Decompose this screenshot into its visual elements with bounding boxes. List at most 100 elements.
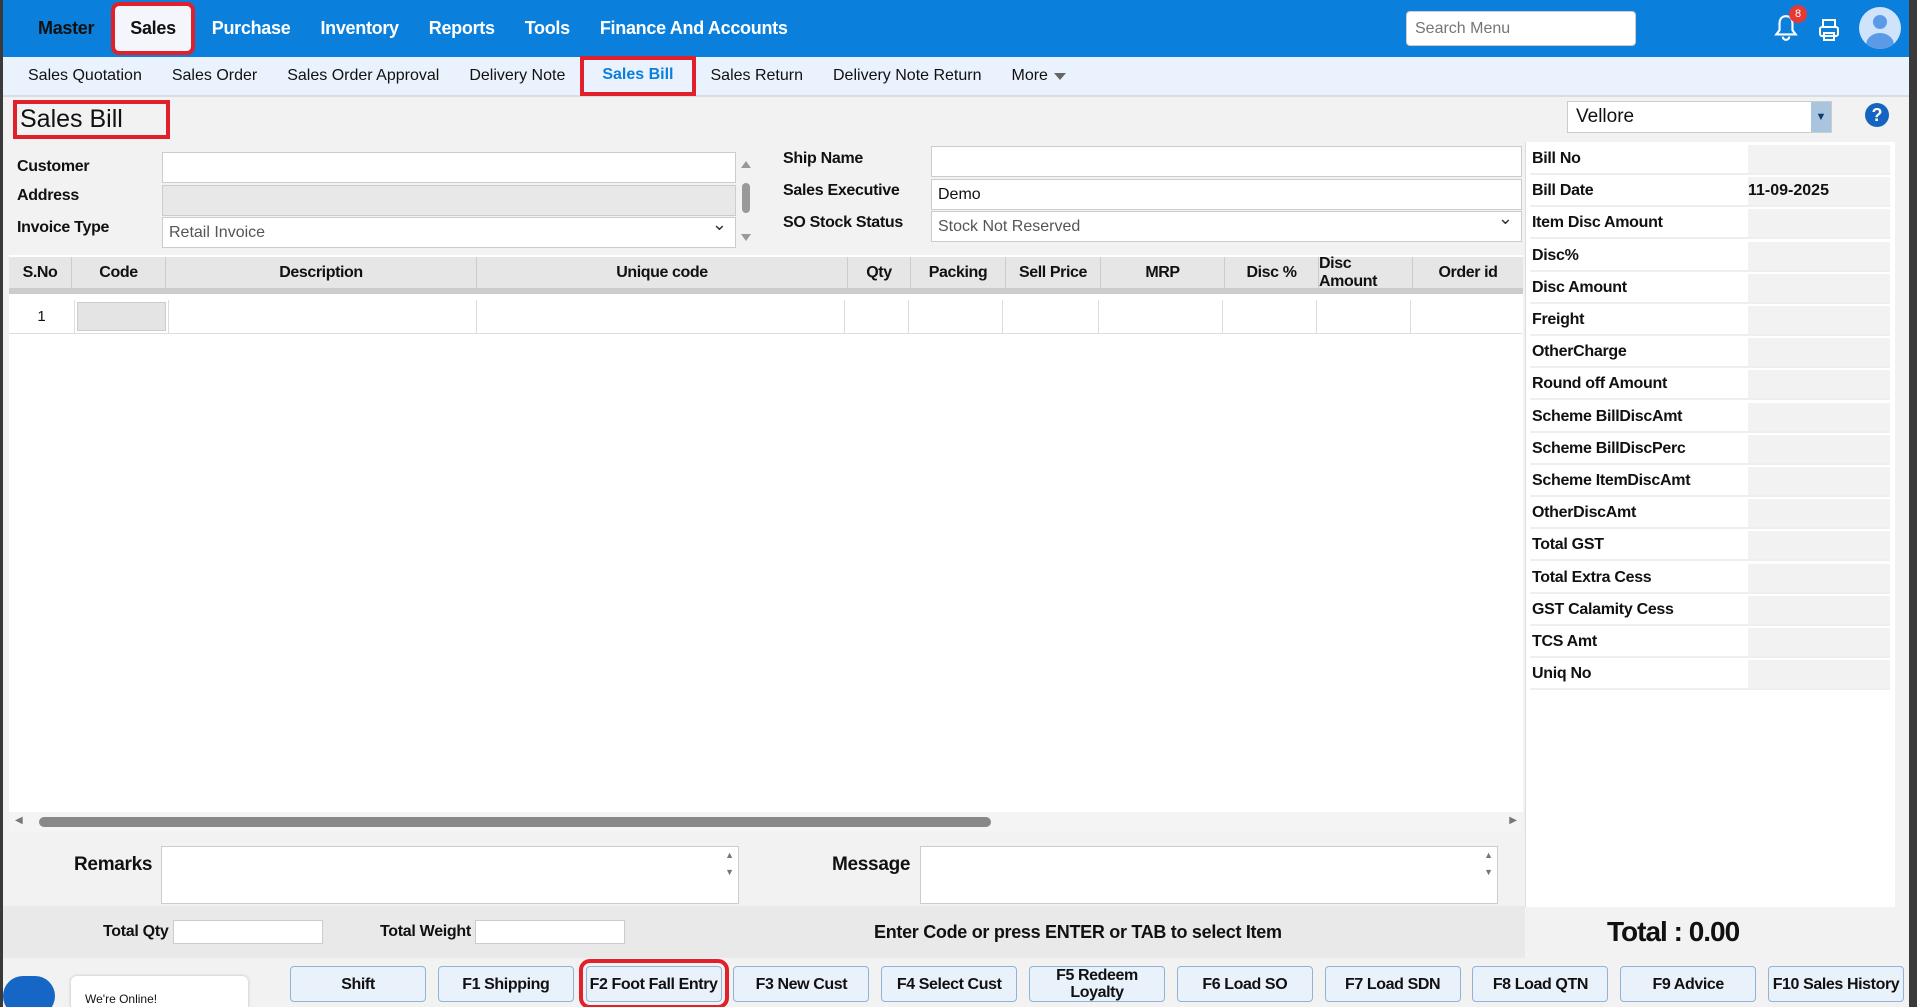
message-textarea[interactable]: ▲ ▼ (920, 846, 1498, 904)
total-weight-input[interactable] (475, 920, 625, 944)
summary-label: Disc% (1530, 241, 1748, 272)
action-button-f6-load-so[interactable]: F6 Load SO (1176, 966, 1313, 1002)
scroll-left-icon[interactable]: ◀ (15, 815, 23, 826)
summary-label: GST Calamity Cess (1530, 595, 1748, 626)
scroll-down-icon: ▼ (1484, 867, 1493, 877)
summary-value[interactable] (1748, 145, 1890, 175)
cell-packing[interactable] (909, 300, 1003, 334)
summary-value[interactable] (1748, 467, 1890, 497)
summary-row: Item Disc Amount (1530, 209, 1890, 240)
summary-value[interactable] (1748, 531, 1890, 562)
summary-row: Freight (1530, 306, 1890, 336)
user-avatar[interactable] (1859, 7, 1901, 49)
chat-widget-button[interactable] (3, 976, 55, 1007)
cell-disc-amount[interactable] (1317, 300, 1411, 334)
search-menu-input[interactable] (1406, 11, 1636, 46)
summary-label: Scheme BillDiscAmt (1530, 402, 1748, 433)
action-button-shift[interactable]: Shift (290, 966, 426, 1002)
col-packing: Packing (911, 257, 1006, 288)
action-button-f7-load-sdn[interactable]: F7 Load SDN (1324, 966, 1461, 1002)
remarks-label: Remarks (74, 854, 153, 875)
summary-value[interactable] (1748, 434, 1890, 465)
summary-row: Disc Amount (1530, 273, 1890, 304)
invoice-type-select[interactable]: Retail Invoice (162, 214, 736, 248)
sales-executive-input[interactable]: Demo (931, 179, 1522, 210)
help-icon[interactable]: ? (1865, 103, 1889, 127)
summary-value[interactable] (1748, 209, 1890, 240)
cell-mrp[interactable] (1099, 300, 1223, 334)
tab-sales-quotation[interactable]: Sales Quotation (13, 56, 157, 96)
summary-row: GST Calamity Cess (1530, 595, 1890, 626)
tab-more[interactable]: More (997, 56, 1081, 96)
scrollbar-thumb[interactable] (39, 817, 991, 827)
total-qty-label: Total Qty (103, 923, 169, 940)
invoice-type-label: Invoice Type (17, 219, 110, 236)
summary-value[interactable] (1748, 628, 1890, 658)
summary-label: Bill Date (1530, 177, 1748, 208)
summary-label: Total Extra Cess (1530, 563, 1748, 594)
summary-value[interactable] (1748, 370, 1890, 401)
action-button-f9-advice[interactable]: F9 Advice (1620, 966, 1757, 1002)
summary-label: Round off Amount (1530, 370, 1748, 401)
summary-row: Scheme ItemDiscAmt (1530, 467, 1890, 497)
tab-delivery-note[interactable]: Delivery Note (454, 56, 580, 96)
summary-label: OtherCharge (1530, 338, 1748, 369)
nav-finance[interactable]: Finance And Accounts (585, 6, 803, 51)
summary-label: Scheme BillDiscPerc (1530, 434, 1748, 465)
branch-value: Vellore (1576, 106, 1635, 127)
nav-purchase[interactable]: Purchase (197, 6, 306, 51)
summary-value[interactable] (1748, 660, 1890, 691)
so-stock-status-select[interactable]: Stock Not Reserved (931, 208, 1522, 242)
cell-code-input[interactable] (77, 302, 166, 331)
nav-reports[interactable]: Reports (414, 6, 510, 51)
action-button-f2-foot-fall-entry[interactable]: F2 Foot Fall Entry (578, 959, 729, 1007)
nav-master[interactable]: Master (23, 6, 109, 51)
printer-icon[interactable] (1817, 18, 1841, 42)
summary-label: TCS Amt (1530, 628, 1748, 658)
summary-value[interactable] (1748, 273, 1890, 304)
cell-disc-pct[interactable] (1223, 300, 1317, 334)
caret-down-icon (1053, 72, 1066, 80)
nav-sales[interactable]: Sales (111, 2, 195, 55)
summary-value[interactable] (1748, 241, 1890, 272)
summary-value[interactable]: 11-09-2025 (1748, 177, 1890, 208)
cell-sell-price[interactable] (1003, 300, 1099, 334)
summary-value[interactable] (1748, 563, 1890, 594)
grid-horizontal-scrollbar[interactable]: ◀ ▶ (9, 812, 1523, 832)
branch-select[interactable]: Vellore ▼ (1567, 101, 1832, 133)
summary-value[interactable] (1748, 499, 1890, 530)
address-input[interactable] (162, 185, 736, 216)
table-row[interactable]: 1 (9, 300, 1523, 334)
tab-sales-return[interactable]: Sales Return (696, 56, 819, 96)
cell-order-id[interactable] (1411, 300, 1522, 334)
action-button-f10-sales-history[interactable]: F10 Sales History (1768, 966, 1904, 1002)
nav-inventory[interactable]: Inventory (305, 6, 413, 51)
customer-input[interactable] (162, 152, 736, 183)
tab-sales-order-approval[interactable]: Sales Order Approval (272, 56, 454, 96)
action-button-f5-redeem-loyalty[interactable]: F5 Redeem Loyalty (1029, 966, 1165, 1002)
summary-row: Scheme BillDiscPerc (1530, 434, 1890, 465)
tab-sales-bill[interactable]: Sales Bill (580, 56, 696, 96)
summary-value[interactable] (1748, 338, 1890, 369)
action-button-f8-load-qtn[interactable]: F8 Load QTN (1472, 966, 1609, 1002)
cell-qty[interactable] (845, 300, 909, 334)
action-button-f4-select-cust[interactable]: F4 Select Cust (881, 966, 1018, 1002)
action-button-f1-shipping[interactable]: F1 Shipping (437, 966, 574, 1002)
tab-delivery-note-return[interactable]: Delivery Note Return (818, 56, 997, 96)
scroll-right-icon[interactable]: ▶ (1509, 815, 1517, 826)
col-qty: Qty (848, 257, 911, 288)
nav-tools[interactable]: Tools (510, 6, 585, 51)
summary-value[interactable] (1748, 306, 1890, 336)
scroll-up-icon: ▲ (725, 850, 734, 860)
cell-description[interactable] (169, 300, 477, 334)
form-scrollbar[interactable] (739, 155, 753, 245)
tab-sales-order[interactable]: Sales Order (157, 56, 272, 96)
total-qty-input[interactable] (173, 920, 323, 944)
action-button-f3-new-cust[interactable]: F3 New Cust (733, 966, 870, 1002)
items-grid: S.No Code Description Unique code Qty Pa… (9, 255, 1523, 832)
remarks-textarea[interactable]: ▲ ▼ (161, 846, 739, 904)
ship-name-input[interactable] (931, 146, 1522, 177)
summary-value[interactable] (1748, 402, 1890, 433)
cell-unique-code[interactable] (477, 300, 845, 334)
summary-value[interactable] (1748, 595, 1890, 626)
